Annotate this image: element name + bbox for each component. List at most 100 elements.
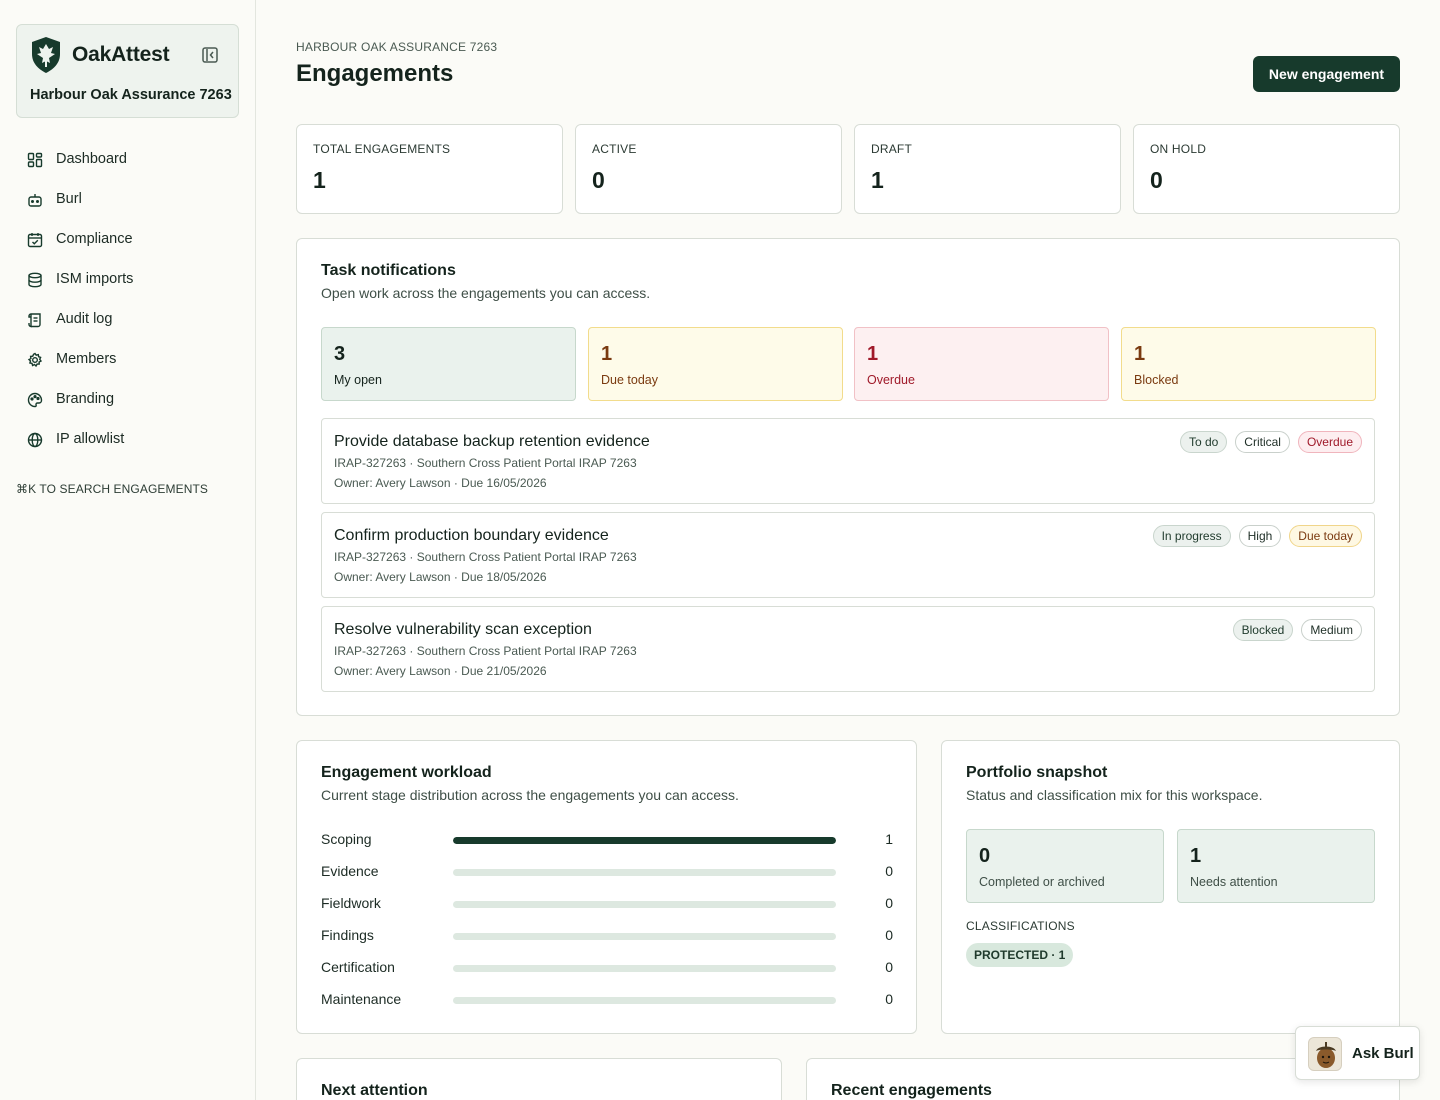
task-owner: Owner: Avery Lawson · Due 21/05/2026 (334, 664, 547, 678)
search-shortcut-hint: ⌘K TO SEARCH ENGAGEMENTS (16, 482, 208, 496)
status-badge: In progress (1152, 525, 1231, 547)
workload-row: Fieldwork 0 (321, 894, 893, 914)
task-owner: Owner: Avery Lawson · Due 16/05/2026 (334, 476, 547, 490)
sidebar-item-audit-log[interactable]: Audit log (16, 300, 239, 340)
collapse-sidebar-icon[interactable] (201, 46, 219, 64)
tile-label: Needs attention (1190, 875, 1278, 889)
oak-shield-logo-icon (32, 37, 60, 73)
priority-badge: Critical (1235, 431, 1290, 453)
workload-stage-label: Evidence (321, 863, 379, 879)
ask-burl-label: Ask Burl (1352, 1045, 1414, 1062)
workload-bar-fill (453, 837, 836, 844)
card-title: Next attention (321, 1082, 428, 1099)
task-title: Confirm production boundary evidence (334, 527, 609, 544)
tile-my-open[interactable]: 3 My open (321, 327, 576, 401)
due-badge: Overdue (1297, 431, 1362, 453)
workload-stage-label: Scoping (321, 831, 372, 847)
tile-count: 1 (1190, 845, 1202, 867)
stat-card-active: ACTIVE 0 (575, 124, 842, 214)
task-notifications-card: Task notifications Open work across the … (296, 238, 1400, 716)
brand-name: OakAttest (72, 43, 170, 66)
sidebar-nav: Dashboard Burl Compliance ISM imports Au… (16, 140, 239, 460)
snapshot-tile-completed: 0 Completed or archived (966, 829, 1164, 903)
card-title: Task notifications (321, 262, 456, 279)
stat-card-draft: DRAFT 1 (854, 124, 1121, 214)
main-content: HARBOUR OAK ASSURANCE 7263 Engagements N… (256, 0, 1440, 1100)
database-icon (28, 272, 42, 288)
stat-label: TOTAL ENGAGEMENTS (313, 142, 451, 156)
tile-label: Due today (601, 373, 658, 387)
sidebar-item-ip-allowlist[interactable]: IP allowlist (16, 420, 239, 460)
stat-label: DRAFT (871, 142, 912, 156)
tile-count: 1 (867, 343, 879, 365)
task-badges: To do Critical Overdue (1179, 431, 1362, 453)
sidebar-item-dashboard[interactable]: Dashboard (16, 140, 239, 180)
tile-label: Overdue (867, 373, 915, 387)
task-title: Resolve vulnerability scan exception (334, 621, 592, 638)
task-row[interactable]: Confirm production boundary evidence IRA… (321, 512, 1375, 598)
stat-value: 0 (592, 167, 605, 193)
task-meta: IRAP-327263 · Southern Cross Patient Por… (334, 456, 637, 470)
workload-row: Evidence 0 (321, 862, 893, 882)
status-badge: Blocked (1232, 619, 1294, 641)
gear-icon (27, 352, 43, 368)
stat-value: 0 (1150, 167, 1163, 193)
scroll-icon (28, 313, 41, 328)
page-title: Engagements (296, 60, 454, 87)
new-engagement-button[interactable]: New engagement (1253, 56, 1400, 92)
priority-badge: High (1238, 525, 1282, 547)
workload-stage-count: 0 (885, 895, 893, 911)
engagement-workload-card: Engagement workload Current stage distri… (296, 740, 917, 1034)
portfolio-snapshot-card: Portfolio snapshot Status and classifica… (941, 740, 1400, 1034)
tile-count: 0 (979, 845, 991, 867)
task-title: Provide database backup retention eviden… (334, 433, 650, 450)
ask-burl-button[interactable]: Ask Burl (1295, 1026, 1420, 1080)
task-row[interactable]: Resolve vulnerability scan exception IRA… (321, 606, 1375, 692)
stat-card-on-hold: ON HOLD 0 (1133, 124, 1400, 214)
sidebar-item-burl[interactable]: Burl (16, 180, 239, 220)
sidebar-item-label: IP allowlist (56, 431, 125, 447)
workload-stage-count: 1 (885, 831, 893, 847)
calendar-check-icon (27, 233, 43, 248)
workload-stage-label: Fieldwork (321, 895, 381, 911)
stat-label: ACTIVE (592, 142, 637, 156)
workload-bar-track (453, 965, 836, 972)
task-badges: Blocked Medium (1232, 619, 1362, 641)
tile-overdue[interactable]: 1 Overdue (854, 327, 1109, 401)
classifications-heading: CLASSIFICATIONS (966, 919, 1075, 933)
workload-bar-track (453, 837, 836, 844)
snapshot-tile-needs-attention: 1 Needs attention (1177, 829, 1375, 903)
sidebar-item-members[interactable]: Members (16, 340, 239, 380)
tile-label: My open (334, 373, 382, 387)
tile-count: 1 (601, 343, 613, 365)
workload-stage-count: 0 (885, 863, 893, 879)
card-subtitle: Current stage distribution across the en… (321, 787, 739, 803)
tile-blocked[interactable]: 1 Blocked (1121, 327, 1376, 401)
card-title: Portfolio snapshot (966, 764, 1108, 781)
sidebar-item-label: Branding (56, 391, 115, 407)
task-badges: In progress High Due today (1152, 525, 1362, 547)
sidebar-item-branding[interactable]: Branding (16, 380, 239, 420)
classification-badge: PROTECTED · 1 (966, 943, 1074, 967)
tile-label: Completed or archived (979, 875, 1105, 889)
task-meta: IRAP-327263 · Southern Cross Patient Por… (334, 550, 637, 564)
dashboard-icon (27, 152, 43, 168)
workload-stage-label: Maintenance (321, 991, 402, 1007)
brand-org-name: Harbour Oak Assurance 7263 (30, 87, 232, 103)
sidebar-item-ism-imports[interactable]: ISM imports (16, 260, 239, 300)
priority-badge: Medium (1301, 619, 1362, 641)
card-subtitle: Open work across the engagements you can… (321, 285, 651, 301)
task-row[interactable]: Provide database backup retention eviden… (321, 418, 1375, 504)
tile-due-today[interactable]: 1 Due today (588, 327, 843, 401)
sidebar-item-label: Dashboard (56, 151, 127, 167)
sidebar-item-label: Audit log (56, 311, 113, 327)
stat-card-total: TOTAL ENGAGEMENTS 1 (296, 124, 563, 214)
card-subtitle: Status and classification mix for this w… (966, 787, 1263, 803)
due-badge: Due today (1289, 525, 1362, 547)
workload-stage-label: Findings (321, 927, 374, 943)
workload-stage-count: 0 (885, 959, 893, 975)
tile-label: Blocked (1134, 373, 1179, 387)
workload-row: Maintenance 0 (321, 990, 893, 1010)
workload-bar-track (453, 901, 836, 908)
sidebar-item-compliance[interactable]: Compliance (16, 220, 239, 260)
